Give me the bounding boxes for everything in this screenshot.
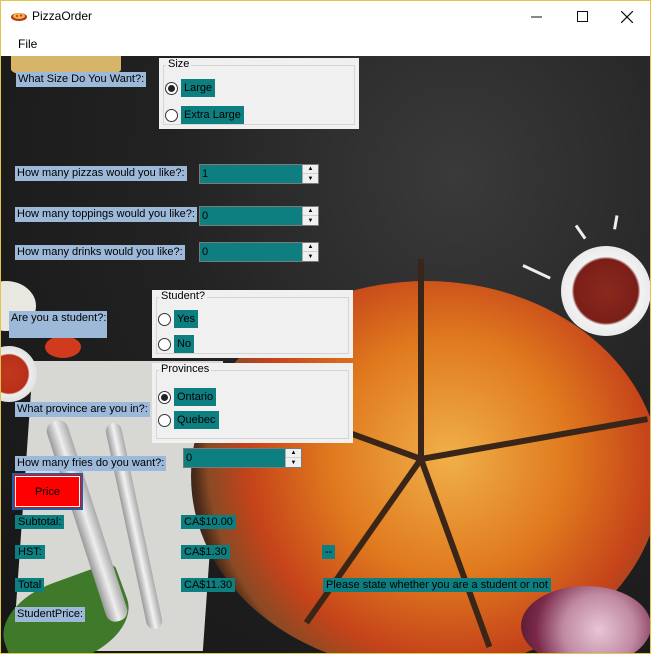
- radio-circle-icon: [158, 390, 171, 404]
- radio-label: Yes: [174, 310, 198, 328]
- background-chalk-mark: [613, 215, 619, 230]
- stepper-down-icon[interactable]: ▼: [303, 252, 318, 261]
- radio-label: Quebec: [174, 411, 219, 429]
- pizzas-quantity-stepper[interactable]: 1 ▲ ▼: [199, 164, 319, 184]
- radio-selected-dot: [161, 393, 168, 401]
- maximize-button[interactable]: [559, 1, 605, 32]
- drinks-question-label: How many drinks would you like?:: [15, 245, 185, 260]
- toppings-quantity-stepper[interactable]: 0 ▲ ▼: [199, 206, 319, 226]
- province-group-title: Provinces: [159, 363, 212, 376]
- close-button[interactable]: [604, 1, 650, 32]
- radio-student-no[interactable]: No: [158, 335, 195, 353]
- toppings-stepper-value: 0: [202, 210, 209, 222]
- subtotal-value: CA$10.00: [181, 515, 236, 529]
- size-groupbox: Size Large Extra Large: [159, 58, 359, 129]
- background-chalk-mark: [574, 224, 587, 240]
- fries-question-label: How many fries do you want?:: [15, 456, 167, 471]
- hst-value: CA$1.30: [181, 545, 230, 559]
- pizzas-question-label: How many pizzas would you like?:: [15, 166, 187, 181]
- subtotal-label: Subtotal:: [15, 515, 65, 529]
- size-group-title: Size: [166, 58, 192, 71]
- size-question-label: What Size Do You Want?:: [16, 72, 147, 87]
- pizza-app-icon: [11, 13, 27, 21]
- province-groupbox: Provinces Ontario Quebec: [152, 363, 353, 443]
- background-tomato: [45, 336, 81, 358]
- stepper-up-icon[interactable]: ▲: [303, 207, 318, 216]
- total-value: CA$11.30: [181, 578, 236, 592]
- background-chalk-mark: [522, 264, 551, 280]
- minimize-icon: [530, 16, 542, 18]
- province-question-label: What province are you in?:: [15, 402, 150, 417]
- title-bar: PizzaOrder: [1, 1, 650, 32]
- radio-circle-icon: [158, 312, 171, 326]
- hst-label: HST:: [15, 545, 45, 559]
- stepper-down-icon[interactable]: ▼: [286, 458, 301, 467]
- button-focus-border: [15, 476, 80, 507]
- radio-circle-icon: [165, 108, 178, 122]
- radio-student-yes[interactable]: Yes: [158, 310, 198, 328]
- close-icon: [621, 10, 633, 23]
- menu-bar: File: [1, 32, 650, 56]
- radio-circle-icon: [158, 337, 171, 351]
- radio-size-extra-large[interactable]: Extra Large: [165, 106, 244, 124]
- menu-file[interactable]: File: [18, 37, 37, 51]
- radio-label: Large: [181, 79, 216, 97]
- form-client-area: What Size Do You Want?: Size Large Extra…: [1, 56, 650, 653]
- background-spice-bowl: [561, 246, 650, 336]
- drinks-stepper-value: 0: [202, 246, 209, 258]
- drinks-quantity-stepper[interactable]: 0 ▲ ▼: [199, 242, 319, 262]
- radio-label: No: [174, 335, 195, 353]
- radio-selected-dot: [168, 84, 175, 92]
- background-onion: [521, 586, 650, 653]
- student-groupbox: Student? Yes No: [152, 290, 353, 358]
- radio-size-large[interactable]: Large: [165, 79, 216, 97]
- stepper-down-icon[interactable]: ▼: [303, 216, 318, 225]
- stepper-buttons: ▲ ▼: [302, 165, 318, 183]
- stepper-up-icon[interactable]: ▲: [303, 165, 318, 174]
- price-button[interactable]: Price: [12, 473, 83, 510]
- radio-circle-icon: [165, 81, 178, 95]
- pizzas-stepper-value: 1: [202, 168, 209, 180]
- hst-extra-value: --: [322, 545, 336, 559]
- total-label: Total: [15, 578, 45, 592]
- stepper-up-icon[interactable]: ▲: [303, 243, 318, 252]
- radio-circle-icon: [158, 413, 171, 427]
- student-group-title: Student?: [159, 290, 208, 303]
- fries-quantity-stepper[interactable]: 0 ▲ ▼: [183, 448, 302, 468]
- window-title: PizzaOrder: [32, 9, 93, 23]
- stepper-buttons: ▲ ▼: [302, 243, 318, 261]
- toppings-question-label: How many toppings would you like?:: [15, 207, 197, 222]
- fries-stepper-value: 0: [186, 452, 193, 464]
- maximize-icon: [576, 11, 588, 22]
- radio-label: Ontario: [174, 388, 217, 406]
- minimize-button[interactable]: [513, 1, 559, 32]
- stepper-down-icon[interactable]: ▼: [303, 174, 318, 183]
- radio-province-quebec[interactable]: Quebec: [158, 411, 219, 429]
- stepper-buttons: ▲ ▼: [302, 207, 318, 225]
- student-price-label: StudentPrice:: [15, 607, 86, 622]
- radio-label: Extra Large: [181, 106, 244, 124]
- student-question-label: Are you a student?:: [9, 311, 107, 338]
- status-message: Please state whether you are a student o…: [323, 578, 551, 592]
- stepper-up-icon[interactable]: ▲: [286, 449, 301, 458]
- radio-province-ontario[interactable]: Ontario: [158, 388, 217, 406]
- pizza-slice-line: [418, 259, 424, 459]
- app-window: PizzaOrder File What Size Do You Want?: …: [0, 0, 651, 654]
- stepper-buttons: ▲ ▼: [285, 449, 301, 467]
